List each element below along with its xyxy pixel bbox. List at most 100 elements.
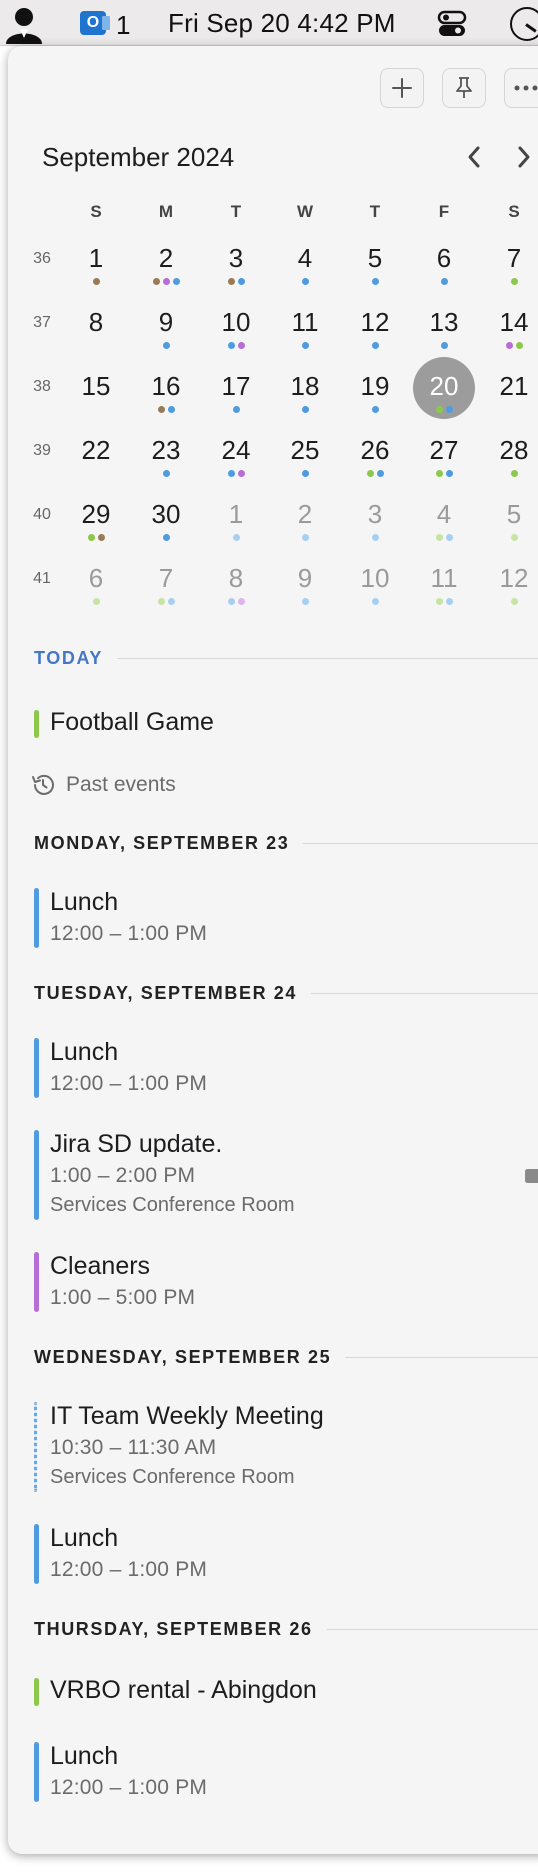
person-icon[interactable] xyxy=(2,4,46,44)
day-number: 26 xyxy=(360,434,390,465)
event-jira-sd-update[interactable]: Jira SD update. 1:00 – 2:00 PM Services … xyxy=(34,1130,538,1222)
event-dot xyxy=(435,598,443,605)
event-dot xyxy=(167,598,175,605)
event-dot xyxy=(157,598,165,605)
event-lunch[interactable]: Lunch 12:00 – 1:00 PM xyxy=(34,888,534,950)
event-time: 1:00 – 2:00 PM xyxy=(50,1164,196,1187)
day-cell[interactable]: 27 xyxy=(414,422,474,482)
event-title: Lunch xyxy=(50,888,119,916)
past-events-button[interactable]: Past events xyxy=(30,772,176,798)
event-football-game[interactable]: Football Game xyxy=(34,708,534,740)
day-cell[interactable]: 6 xyxy=(414,230,474,290)
day-cell[interactable]: 14 xyxy=(484,294,538,354)
event-title: VRBO rental - Abingdon xyxy=(50,1676,317,1704)
event-dot xyxy=(162,342,170,349)
day-cell[interactable]: 5 xyxy=(484,486,538,546)
control-center-icon[interactable] xyxy=(437,9,467,39)
day-cell[interactable]: 3 xyxy=(345,486,405,546)
event-location: Services Conference Room xyxy=(50,1466,295,1488)
event-dots xyxy=(206,534,266,541)
day-cell[interactable]: 8 xyxy=(206,550,266,610)
event-dots xyxy=(66,278,126,285)
day-cell[interactable]: 28 xyxy=(484,422,538,482)
day-cell[interactable]: 7 xyxy=(136,550,196,610)
event-dot xyxy=(227,470,235,477)
day-number: 10 xyxy=(221,306,251,337)
event-lunch[interactable]: Lunch 12:00 – 1:00 PM xyxy=(34,1742,534,1804)
day-cell[interactable]: 11 xyxy=(414,550,474,610)
day-cell[interactable]: 4 xyxy=(275,230,335,290)
day-cell[interactable]: 9 xyxy=(136,294,196,354)
event-dots xyxy=(484,598,538,605)
event-color-bar xyxy=(34,710,39,738)
video-camera-icon[interactable] xyxy=(524,1166,538,1186)
outlook-badge-count[interactable]: 1 xyxy=(116,10,130,41)
day-cell[interactable]: 19 xyxy=(345,358,405,418)
event-dot xyxy=(232,534,240,541)
event-dot xyxy=(445,534,453,541)
day-cell[interactable]: 1 xyxy=(206,486,266,546)
day-cell[interactable]: 22 xyxy=(66,422,126,482)
event-dot xyxy=(301,534,309,541)
event-cleaners[interactable]: Cleaners 1:00 – 5:00 PM xyxy=(34,1252,534,1314)
day-section-header: THURSDAY, SEPTEMBER 26 xyxy=(34,1617,538,1641)
event-dots xyxy=(275,534,335,541)
day-cell[interactable]: 25 xyxy=(275,422,335,482)
event-dots xyxy=(275,406,335,413)
day-cell[interactable]: 15 xyxy=(66,358,126,418)
more-icon xyxy=(514,85,538,91)
event-lunch[interactable]: Lunch 12:00 – 1:00 PM xyxy=(34,1038,534,1100)
day-cell[interactable]: 18 xyxy=(275,358,335,418)
day-cell[interactable]: 30 xyxy=(136,486,196,546)
day-number: 30 xyxy=(151,498,181,529)
day-cell[interactable]: 1 xyxy=(66,230,126,290)
event-dot xyxy=(167,406,175,413)
day-cell[interactable]: 2 xyxy=(275,486,335,546)
pin-button[interactable] xyxy=(442,68,486,108)
clock-icon[interactable] xyxy=(510,7,538,41)
day-cell[interactable]: 10 xyxy=(345,550,405,610)
day-cell[interactable]: 23 xyxy=(136,422,196,482)
event-dot xyxy=(97,534,105,541)
day-cell[interactable]: 9 xyxy=(275,550,335,610)
day-cell[interactable]: 10 xyxy=(206,294,266,354)
menubar-datetime[interactable]: Fri Sep 20 4:42 PM xyxy=(168,8,396,39)
day-cell[interactable]: 8 xyxy=(66,294,126,354)
day-cell[interactable]: 6 xyxy=(66,550,126,610)
event-it-team-weekly-meeting[interactable]: IT Team Weekly Meeting 10:30 – 11:30 AM … xyxy=(34,1402,534,1494)
day-cell[interactable]: 29 xyxy=(66,486,126,546)
chevron-right-icon[interactable] xyxy=(512,142,536,172)
day-cell[interactable]: 16 xyxy=(136,358,196,418)
day-cell[interactable]: 11 xyxy=(275,294,335,354)
more-options-button[interactable] xyxy=(504,68,538,108)
day-cell-selected[interactable]: 20 xyxy=(413,357,475,419)
day-cell[interactable]: 5 xyxy=(345,230,405,290)
day-cell[interactable]: 26 xyxy=(345,422,405,482)
day-cell[interactable]: 17 xyxy=(206,358,266,418)
day-cell[interactable]: 21 xyxy=(484,358,538,418)
event-vrbo-rental[interactable]: VRBO rental - Abingdon xyxy=(34,1676,534,1708)
day-number: 12 xyxy=(499,562,529,593)
day-cell[interactable]: 2 xyxy=(136,230,196,290)
event-dot xyxy=(87,534,95,541)
event-dot xyxy=(172,278,180,285)
chevron-left-icon[interactable] xyxy=(462,142,486,172)
event-lunch[interactable]: Lunch 12:00 – 1:00 PM xyxy=(34,1524,534,1586)
day-cell[interactable]: 7 xyxy=(484,230,538,290)
day-cell[interactable]: 3 xyxy=(206,230,266,290)
day-cell[interactable]: 4 xyxy=(414,486,474,546)
day-number: 15 xyxy=(81,370,111,401)
event-dot xyxy=(92,278,100,285)
outlook-icon[interactable]: O xyxy=(80,11,110,35)
day-cell[interactable]: 12 xyxy=(345,294,405,354)
day-cell[interactable]: 13 xyxy=(414,294,474,354)
day-number: 6 xyxy=(436,242,452,273)
day-cell[interactable]: 24 xyxy=(206,422,266,482)
day-number: 7 xyxy=(158,562,174,593)
day-cell[interactable]: 12 xyxy=(484,550,538,610)
week-number: 39 xyxy=(33,442,51,459)
event-dots xyxy=(345,470,405,477)
event-dots xyxy=(66,534,126,541)
add-event-button[interactable] xyxy=(380,68,424,108)
event-dot xyxy=(157,406,165,413)
